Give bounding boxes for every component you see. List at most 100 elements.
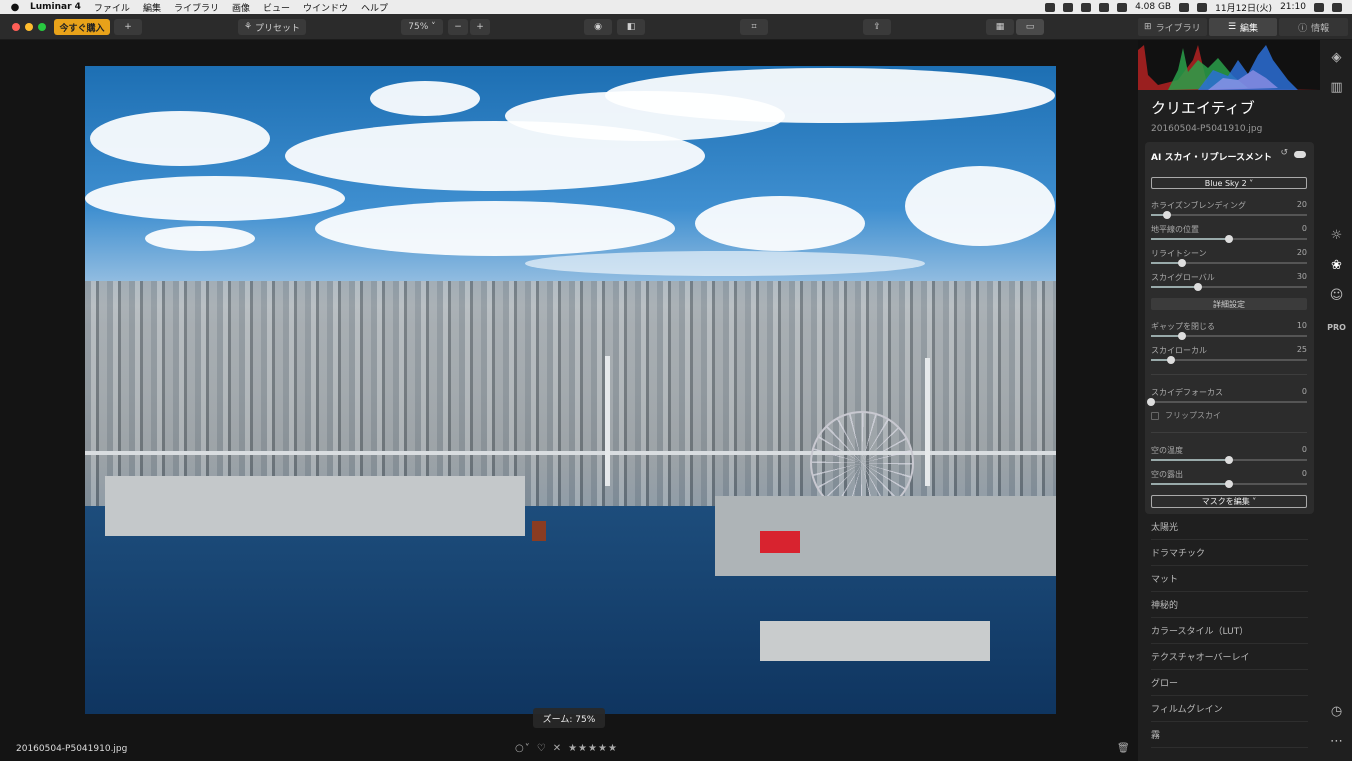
share-button[interactable]: ⇪ xyxy=(863,19,891,35)
compare-icon: ◧ xyxy=(626,22,636,32)
photo-preview[interactable] xyxy=(85,66,1056,714)
menu-app[interactable]: Luminar 4 xyxy=(30,2,81,12)
crop-button[interactable]: ⌗ xyxy=(740,19,768,35)
tool-matte[interactable]: マット xyxy=(1151,566,1308,592)
wifi-icon[interactable] xyxy=(1179,2,1190,12)
single-view-button[interactable]: ▭ xyxy=(1016,19,1044,35)
grid-view-button[interactable]: ▦ xyxy=(986,19,1014,35)
slider-label: スカイローカル xyxy=(1151,346,1207,355)
tool-mystical[interactable]: 神秘的 xyxy=(1151,592,1308,618)
slider-knob[interactable] xyxy=(1166,356,1175,364)
slider-knob[interactable] xyxy=(1147,398,1155,406)
zoom-in-button[interactable]: + xyxy=(470,19,490,35)
portrait-face-icon[interactable]: ☺ xyxy=(1329,288,1344,303)
tab-info[interactable]: ⓘ 情報 xyxy=(1279,18,1349,36)
slider-sky-local[interactable]: スカイローカル 25 xyxy=(1151,345,1307,367)
port-district xyxy=(105,476,525,536)
menu-image[interactable]: 画像 xyxy=(232,1,250,14)
reject-icon[interactable]: ✕ xyxy=(553,743,562,754)
tool-film-grain[interactable]: フィルムグレイン xyxy=(1151,696,1308,722)
slider-relight-scene[interactable]: リライトシーン 20 xyxy=(1151,248,1307,270)
heart-icon[interactable]: ♡ xyxy=(537,743,547,754)
creative-tools-list: 太陽光 ドラマチック マット 神秘的 カラースタイル（LUT） テクスチャオーバ… xyxy=(1151,514,1308,748)
slider-knob[interactable] xyxy=(1225,456,1233,464)
menu-help[interactable]: ヘルプ xyxy=(361,1,388,14)
battery-icon[interactable] xyxy=(1197,2,1208,12)
module-toggle[interactable] xyxy=(1294,151,1306,158)
slider-track[interactable] xyxy=(1151,214,1307,216)
sky-select[interactable]: Blue Sky 2 ˅ xyxy=(1151,177,1307,189)
layers-icon[interactable]: ◈ xyxy=(1329,50,1344,65)
canvas-icon[interactable]: ▥ xyxy=(1329,80,1344,95)
slider-knob[interactable] xyxy=(1225,480,1233,488)
menu-file[interactable]: ファイル xyxy=(94,1,130,14)
menu-library[interactable]: ライブラリ xyxy=(174,1,219,14)
cloud-icon[interactable] xyxy=(1099,2,1110,12)
slider-knob[interactable] xyxy=(1193,283,1202,291)
trash-icon[interactable]: 🗑 xyxy=(1117,743,1130,754)
cloud-shape xyxy=(370,81,480,116)
menubar-time[interactable]: 21:10 xyxy=(1280,2,1306,12)
slider-close-gaps[interactable]: ギャップを閉じる 10 xyxy=(1151,321,1307,343)
slider-value: 0 xyxy=(1301,224,1307,233)
add-button[interactable]: + xyxy=(114,19,142,35)
status-icon[interactable] xyxy=(1117,2,1128,12)
tool-color-styles-lut[interactable]: カラースタイル（LUT） xyxy=(1151,618,1308,644)
cloud-shape xyxy=(90,111,270,166)
list-icon[interactable] xyxy=(1332,2,1342,12)
apple-menu-icon[interactable]: ● xyxy=(0,2,30,13)
search-icon[interactable] xyxy=(1314,2,1324,12)
histogram-graph xyxy=(1138,45,1320,90)
slider-knob[interactable] xyxy=(1178,332,1187,340)
tab-edit[interactable]: ☰ 編集 xyxy=(1208,18,1278,36)
slider-value: 20 xyxy=(1296,248,1307,257)
creative-palette-icon[interactable]: ❀ xyxy=(1329,258,1344,273)
zoom-dropdown[interactable]: 75% ˅ xyxy=(401,19,443,35)
slider-knob[interactable] xyxy=(1225,235,1233,243)
essentials-sun-icon[interactable]: ☼ xyxy=(1329,228,1344,243)
slider-sky-temperature[interactable]: 空の温度 0 xyxy=(1151,445,1307,467)
preview-eye-button[interactable]: ◉ xyxy=(584,19,612,35)
advanced-settings-button[interactable]: 詳細設定 xyxy=(1151,298,1307,310)
menu-view[interactable]: ビュー xyxy=(263,1,290,14)
more-options-icon[interactable]: ⋯ xyxy=(1329,734,1344,749)
tool-texture-overlay[interactable]: テクスチャオーバーレイ xyxy=(1151,644,1308,670)
slider-sky-global[interactable]: スカイグローバル 30 xyxy=(1151,272,1307,294)
status-icon[interactable] xyxy=(1045,2,1056,12)
tool-glow[interactable]: グロー xyxy=(1151,670,1308,696)
zoom-window-button[interactable] xyxy=(38,23,46,31)
slider-sky-defocus[interactable]: スカイデフォーカス 0 xyxy=(1147,387,1307,409)
checkbox-box[interactable] xyxy=(1151,411,1159,420)
close-window-button[interactable] xyxy=(12,23,20,31)
slider-horizon-position[interactable]: 地平線の位置 0 xyxy=(1151,224,1307,246)
slider-sky-exposure[interactable]: 空の露出 0 xyxy=(1151,469,1307,491)
compare-button[interactable]: ◧ xyxy=(617,19,645,35)
menu-edit[interactable]: 編集 xyxy=(143,1,161,14)
tab-library[interactable]: ⊞ ライブラリ xyxy=(1138,18,1207,36)
tool-dramatic[interactable]: ドラマチック xyxy=(1151,540,1308,566)
presets-button[interactable]: ⚘ プリセット xyxy=(238,19,306,35)
status-icon[interactable] xyxy=(1081,2,1092,12)
slider-knob[interactable] xyxy=(1178,259,1187,267)
history-clock-icon[interactable]: ◷ xyxy=(1329,704,1344,719)
module-title[interactable]: AI スカイ・リプレースメント xyxy=(1151,150,1272,163)
edit-mask-button[interactable]: マスクを編集 ˅ xyxy=(1151,495,1307,508)
slider-knob[interactable] xyxy=(1162,211,1171,219)
slider-track[interactable] xyxy=(1151,401,1307,403)
buy-now-button[interactable]: 今すぐ購入 xyxy=(54,19,110,35)
undo-icon[interactable]: ↺ xyxy=(1280,148,1288,158)
star-rating[interactable]: ★★★★★ xyxy=(568,743,618,754)
zoom-out-button[interactable]: − xyxy=(448,19,468,35)
tool-fog[interactable]: 霧 xyxy=(1151,722,1308,748)
pro-tools-icon[interactable]: PRO xyxy=(1327,320,1346,335)
status-icon[interactable] xyxy=(1063,2,1074,12)
slider-value: 0 xyxy=(1301,469,1307,478)
label-circle-icon[interactable]: ○˅ xyxy=(515,743,531,754)
flip-sky-checkbox[interactable]: フリップスカイ xyxy=(1151,410,1221,421)
slider-horizon-blending[interactable]: ホライズンブレンディング 20 xyxy=(1151,200,1307,222)
menubar-date[interactable]: 11月12日(火) xyxy=(1215,1,1272,14)
minimize-window-button[interactable] xyxy=(25,23,33,31)
tool-sunrays[interactable]: 太陽光 xyxy=(1151,514,1308,540)
menu-window[interactable]: ウインドウ xyxy=(303,1,348,14)
slider-value: 10 xyxy=(1296,321,1307,330)
